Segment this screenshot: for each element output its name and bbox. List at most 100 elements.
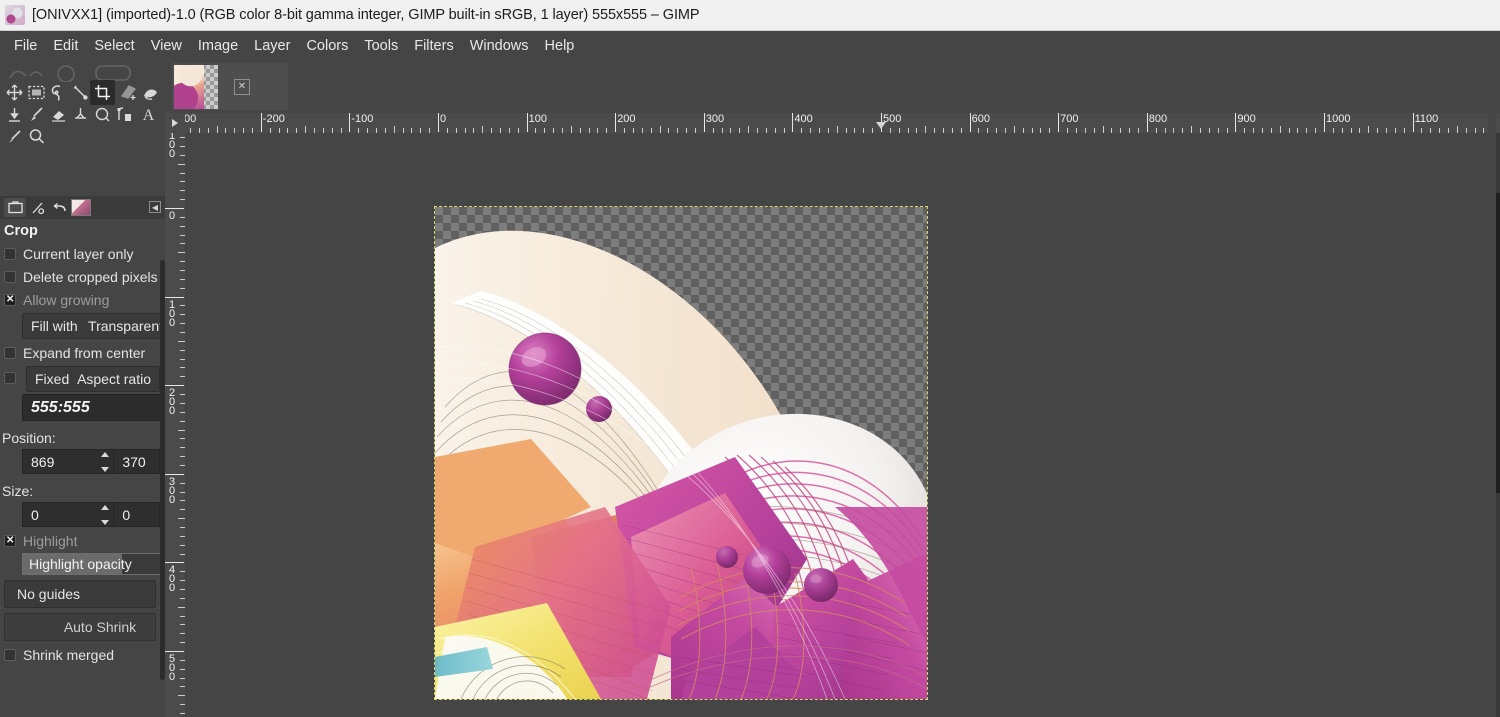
gimp-wilber-icon [5, 5, 25, 25]
menu-image[interactable]: Image [190, 35, 246, 57]
menu-colors[interactable]: Colors [298, 35, 356, 57]
eraser-tool[interactable] [48, 104, 69, 125]
ruler-tick [925, 126, 926, 133]
option-allow-growing[interactable]: Allow growing [0, 288, 160, 311]
ruler-tick [178, 518, 185, 519]
ruler-label: 100 [529, 113, 547, 125]
canvas-right-gutter [1488, 113, 1496, 717]
fixed-combo[interactable]: Fixed Aspect ratio [26, 366, 160, 392]
paths-tool[interactable] [114, 104, 135, 125]
dock-menu-arrow-icon[interactable]: ◀ [149, 201, 161, 213]
delete-cropped-pixels-checkbox[interactable] [4, 271, 16, 283]
ruler-tick [165, 474, 184, 475]
option-expand-from-center[interactable]: Expand from center [0, 341, 160, 364]
position-x-spinner[interactable] [99, 452, 111, 472]
position-x-input[interactable]: 869 [22, 449, 114, 474]
delete-cropped-pixels-label: Delete cropped pixels [23, 269, 158, 285]
ruler-label: 100 [167, 299, 176, 326]
ruler-unit-button[interactable] [165, 113, 185, 133]
position-y-input[interactable]: 370 [114, 449, 160, 474]
canvas-vscroll-thumb[interactable] [1496, 193, 1500, 493]
auto-shrink-button[interactable]: Auto Shrink [4, 613, 156, 641]
tab-images[interactable] [70, 198, 92, 217]
close-icon[interactable]: ✕ [234, 79, 250, 95]
highlight-opacity-slider[interactable]: Highlight opacity [22, 553, 160, 575]
size-width-spinner[interactable] [99, 505, 111, 525]
window-titlebar: [ONIVXX1] (imported)-1.0 (RGB color 8-bi… [0, 0, 1500, 31]
bucket-fill-tool[interactable] [140, 82, 161, 103]
ruler-label: -300 [185, 113, 196, 125]
menu-select[interactable]: Select [86, 35, 142, 57]
color-picker-tool[interactable] [4, 126, 25, 147]
toolbox-scrolled-row [0, 60, 165, 82]
fixed-checkbox[interactable] [4, 372, 16, 384]
shrink-merged-label: Shrink merged [23, 647, 114, 663]
ruler-label: 500 [167, 653, 176, 680]
paintbrush-tool[interactable] [26, 104, 47, 125]
guides-combo[interactable]: No guides [4, 580, 156, 608]
tab-undo-history[interactable] [48, 198, 70, 217]
option-current-layer-only[interactable]: Current layer only [0, 242, 160, 265]
size-height-input[interactable]: 0 [114, 502, 160, 527]
expand-from-center-label: Expand from center [23, 345, 145, 361]
horizontal-ruler[interactable]: -300-200-1000100200300400500600700800900… [185, 113, 1500, 133]
crop-tool[interactable] [90, 80, 115, 105]
ruler-tick [748, 126, 749, 133]
menu-edit[interactable]: Edit [45, 35, 86, 57]
expand-from-center-checkbox[interactable] [4, 347, 16, 359]
rectangle-select-tool[interactable] [26, 82, 47, 103]
ruler-label: 0 [440, 113, 446, 125]
fuzzy-select-tool[interactable] [70, 82, 91, 103]
fill-with-combo[interactable]: Fill with Transparent [22, 313, 160, 339]
aspect-ratio-input[interactable]: 555:555 [22, 394, 160, 421]
option-shrink-merged[interactable]: Shrink merged [0, 643, 160, 666]
menu-filters[interactable]: Filters [406, 35, 461, 57]
free-select-tool[interactable] [48, 82, 69, 103]
text-tool[interactable]: A [138, 104, 159, 125]
ruler-tick [1368, 126, 1369, 133]
menu-help[interactable]: Help [537, 35, 583, 57]
position-row: 869 370 [22, 449, 160, 474]
current-layer-only-checkbox[interactable] [4, 248, 16, 260]
tab-device-status[interactable] [26, 198, 48, 217]
ruler-label: 700 [1060, 113, 1078, 125]
move-tool[interactable] [4, 82, 25, 103]
zoom-tool[interactable] [26, 126, 47, 147]
option-delete-cropped-pixels[interactable]: Delete cropped pixels [0, 265, 160, 288]
toolbox: A [0, 80, 165, 146]
menu-layer[interactable]: Layer [246, 35, 298, 57]
tab-tool-options[interactable] [4, 198, 26, 217]
highlight-checkbox[interactable] [4, 535, 16, 547]
allow-growing-checkbox[interactable] [4, 294, 16, 306]
ruler-tick [792, 113, 793, 132]
ruler-position-marker [876, 122, 886, 129]
smudge-tool[interactable] [70, 104, 91, 125]
size-height-value: 0 [114, 507, 130, 523]
image-tab[interactable]: ✕ [172, 63, 288, 110]
shrink-merged-checkbox[interactable] [4, 649, 16, 661]
canvas-area[interactable] [185, 133, 1496, 713]
vertical-ruler[interactable]: -1000100200300400500 [165, 133, 185, 717]
menu-file[interactable]: File [6, 35, 45, 57]
menu-view[interactable]: View [143, 35, 190, 57]
ruler-tick [615, 113, 616, 132]
tool-options-title: Crop [4, 223, 160, 239]
transform-tool[interactable] [118, 82, 139, 103]
image-canvas[interactable] [435, 207, 927, 699]
option-highlight[interactable]: Highlight [0, 529, 160, 552]
highlight-label: Highlight [23, 533, 77, 549]
ruler-tick [438, 113, 439, 132]
ruler-tick [349, 113, 350, 132]
fixed-value: Aspect ratio [77, 371, 151, 387]
clone-tool[interactable] [92, 104, 113, 125]
size-width-input[interactable]: 0 [22, 502, 114, 527]
ruler-tick [305, 126, 306, 133]
ruler-tick [482, 126, 483, 133]
menu-tools[interactable]: Tools [356, 35, 406, 57]
menu-windows[interactable]: Windows [462, 35, 537, 57]
ruler-label: 0 [167, 210, 176, 219]
canvas-vertical-scrollbar[interactable] [1496, 133, 1500, 717]
ruler-label: 300 [167, 476, 176, 503]
ruler-tick [1103, 126, 1104, 133]
gradient-tool[interactable] [4, 104, 25, 125]
